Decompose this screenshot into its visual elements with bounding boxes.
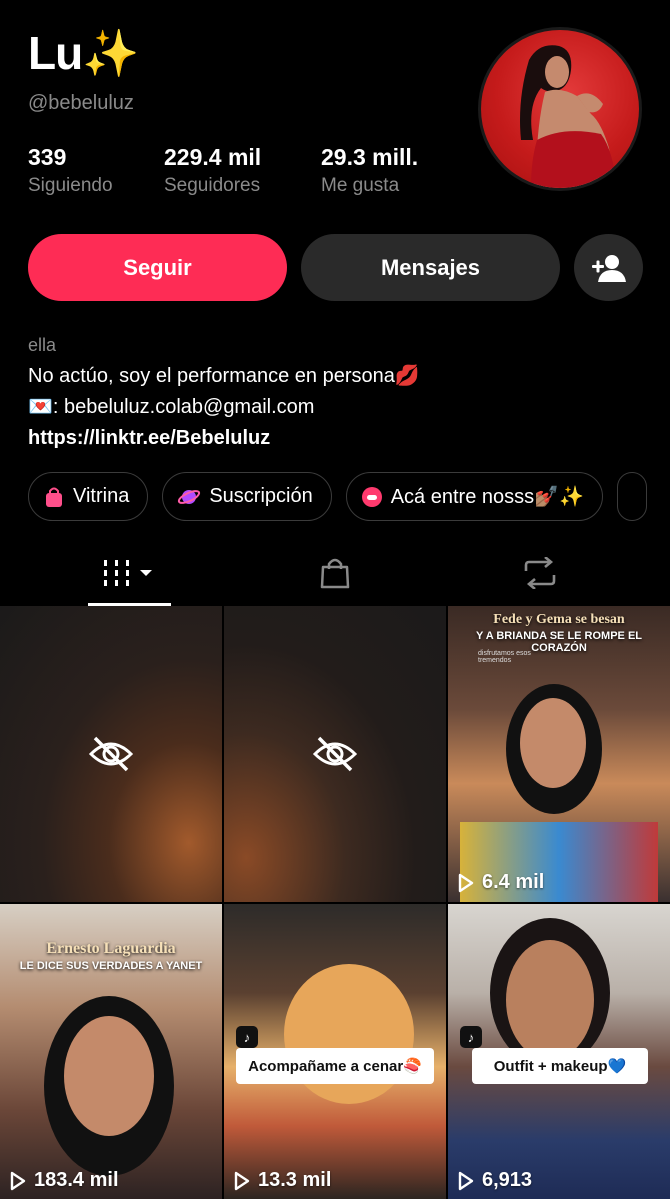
tiktok-logo-icon: ♪ [236, 1026, 258, 1048]
play-icon [458, 1171, 474, 1190]
shopping-bag-icon [46, 487, 62, 507]
avatar[interactable] [478, 27, 642, 191]
profile-name: Lu✨ [28, 27, 139, 79]
video-headline-top: Fede y Gema se besan [493, 612, 625, 627]
video-headline-top: Ernesto Laguardia [46, 940, 176, 957]
bio-line-2: 💌: bebeluluz.colab@gmail.com [28, 396, 315, 418]
video-views: 13.3 mil [234, 1169, 331, 1192]
video-sticker: Outfit + makeup💙 [472, 1048, 648, 1084]
video-tile[interactable]: ♪ Acompañame a cenar🍣 13.3 mil [224, 904, 446, 1199]
play-icon [234, 1171, 250, 1190]
bio-link[interactable]: https://linktr.ee/Bebeluluz [28, 423, 420, 454]
eye-off-icon [89, 736, 133, 772]
bio: ella No actúo, soy el performance en per… [28, 330, 420, 454]
eye-off-icon [313, 736, 357, 772]
video-tile-hidden[interactable] [224, 606, 446, 902]
bio-line-1: No actúo, soy el performance en persona💋 [28, 365, 420, 387]
play-icon [458, 873, 474, 892]
chip-group-chat-label: Acá entre nosss💅🏽✨ [390, 486, 584, 508]
stat-following-label: Siguiendo [28, 175, 113, 196]
stat-followers[interactable]: 229.4 mil Seguidores [164, 144, 321, 197]
chip-group-chat[interactable]: Acá entre nosss💅🏽✨ [345, 472, 603, 521]
stat-likes-value: 29.3 mill. [321, 144, 419, 170]
chat-bubble-icon [361, 486, 382, 507]
tab-reposts[interactable] [505, 540, 575, 606]
add-user-icon [591, 254, 626, 282]
stat-following-value: 339 [28, 144, 67, 170]
video-tile[interactable]: Fede y Gema se besan Y A BRIANDA SE LE R… [448, 606, 670, 902]
chip-more[interactable] [616, 472, 647, 521]
grid-icon [103, 560, 152, 586]
video-views: 183.4 mil [10, 1169, 119, 1192]
chip-showcase-label: Vitrina [73, 485, 130, 507]
planet-icon [178, 489, 201, 504]
add-friend-button[interactable] [574, 234, 643, 301]
video-views-count: 13.3 mil [258, 1169, 332, 1191]
chip-subscription-label: Suscripción [209, 485, 313, 507]
stat-following[interactable]: 339 Siguiendo [28, 144, 164, 197]
avatar-photo [520, 45, 617, 188]
stat-likes-label: Me gusta [321, 175, 400, 196]
tab-videos[interactable] [88, 540, 171, 606]
video-views-count: 6,913 [482, 1169, 533, 1191]
follow-button[interactable]: Seguir [28, 234, 287, 301]
chip-subscription[interactable]: Suscripción [162, 472, 332, 521]
video-views: 6.4 mil [458, 871, 544, 894]
bio-pronouns: ella [28, 335, 57, 355]
video-views-count: 6.4 mil [482, 871, 545, 893]
video-tile-hidden[interactable] [0, 606, 222, 902]
stat-followers-value: 229.4 mil [164, 144, 262, 170]
profile-stats: 339 Siguiendo 229.4 mil Seguidores 29.3 … [28, 144, 418, 197]
video-headline-bottom: LE DICE SUS VERDADES A YANET [19, 960, 203, 972]
video-tile[interactable]: ♪ Outfit + makeup💙 6,913 [448, 904, 670, 1199]
profile-chips: Vitrina Suscripción Acá entre nosss💅🏽✨ [28, 472, 647, 521]
chip-showcase[interactable]: Vitrina [28, 472, 149, 521]
shopping-bag-icon [320, 558, 350, 589]
tab-shop[interactable] [300, 540, 370, 606]
video-views: 6,913 [458, 1169, 532, 1192]
profile-handle: @bebeluluz [28, 92, 134, 114]
video-sticker: Acompañame a cenar🍣 [236, 1048, 434, 1084]
stat-followers-label: Seguidores [164, 175, 261, 196]
message-button[interactable]: Mensajes [301, 234, 560, 301]
play-icon [10, 1171, 26, 1190]
video-views-count: 183.4 mil [34, 1169, 119, 1191]
video-tile[interactable]: Ernesto Laguardia LE DICE SUS VERDADES A… [0, 904, 222, 1199]
tiktok-logo-icon: ♪ [460, 1026, 482, 1048]
repost-icon [524, 557, 556, 589]
stat-likes[interactable]: 29.3 mill. Me gusta [321, 144, 418, 197]
profile-tabs [0, 540, 670, 606]
video-caption: disfrutamos esos tremendos [478, 650, 531, 664]
